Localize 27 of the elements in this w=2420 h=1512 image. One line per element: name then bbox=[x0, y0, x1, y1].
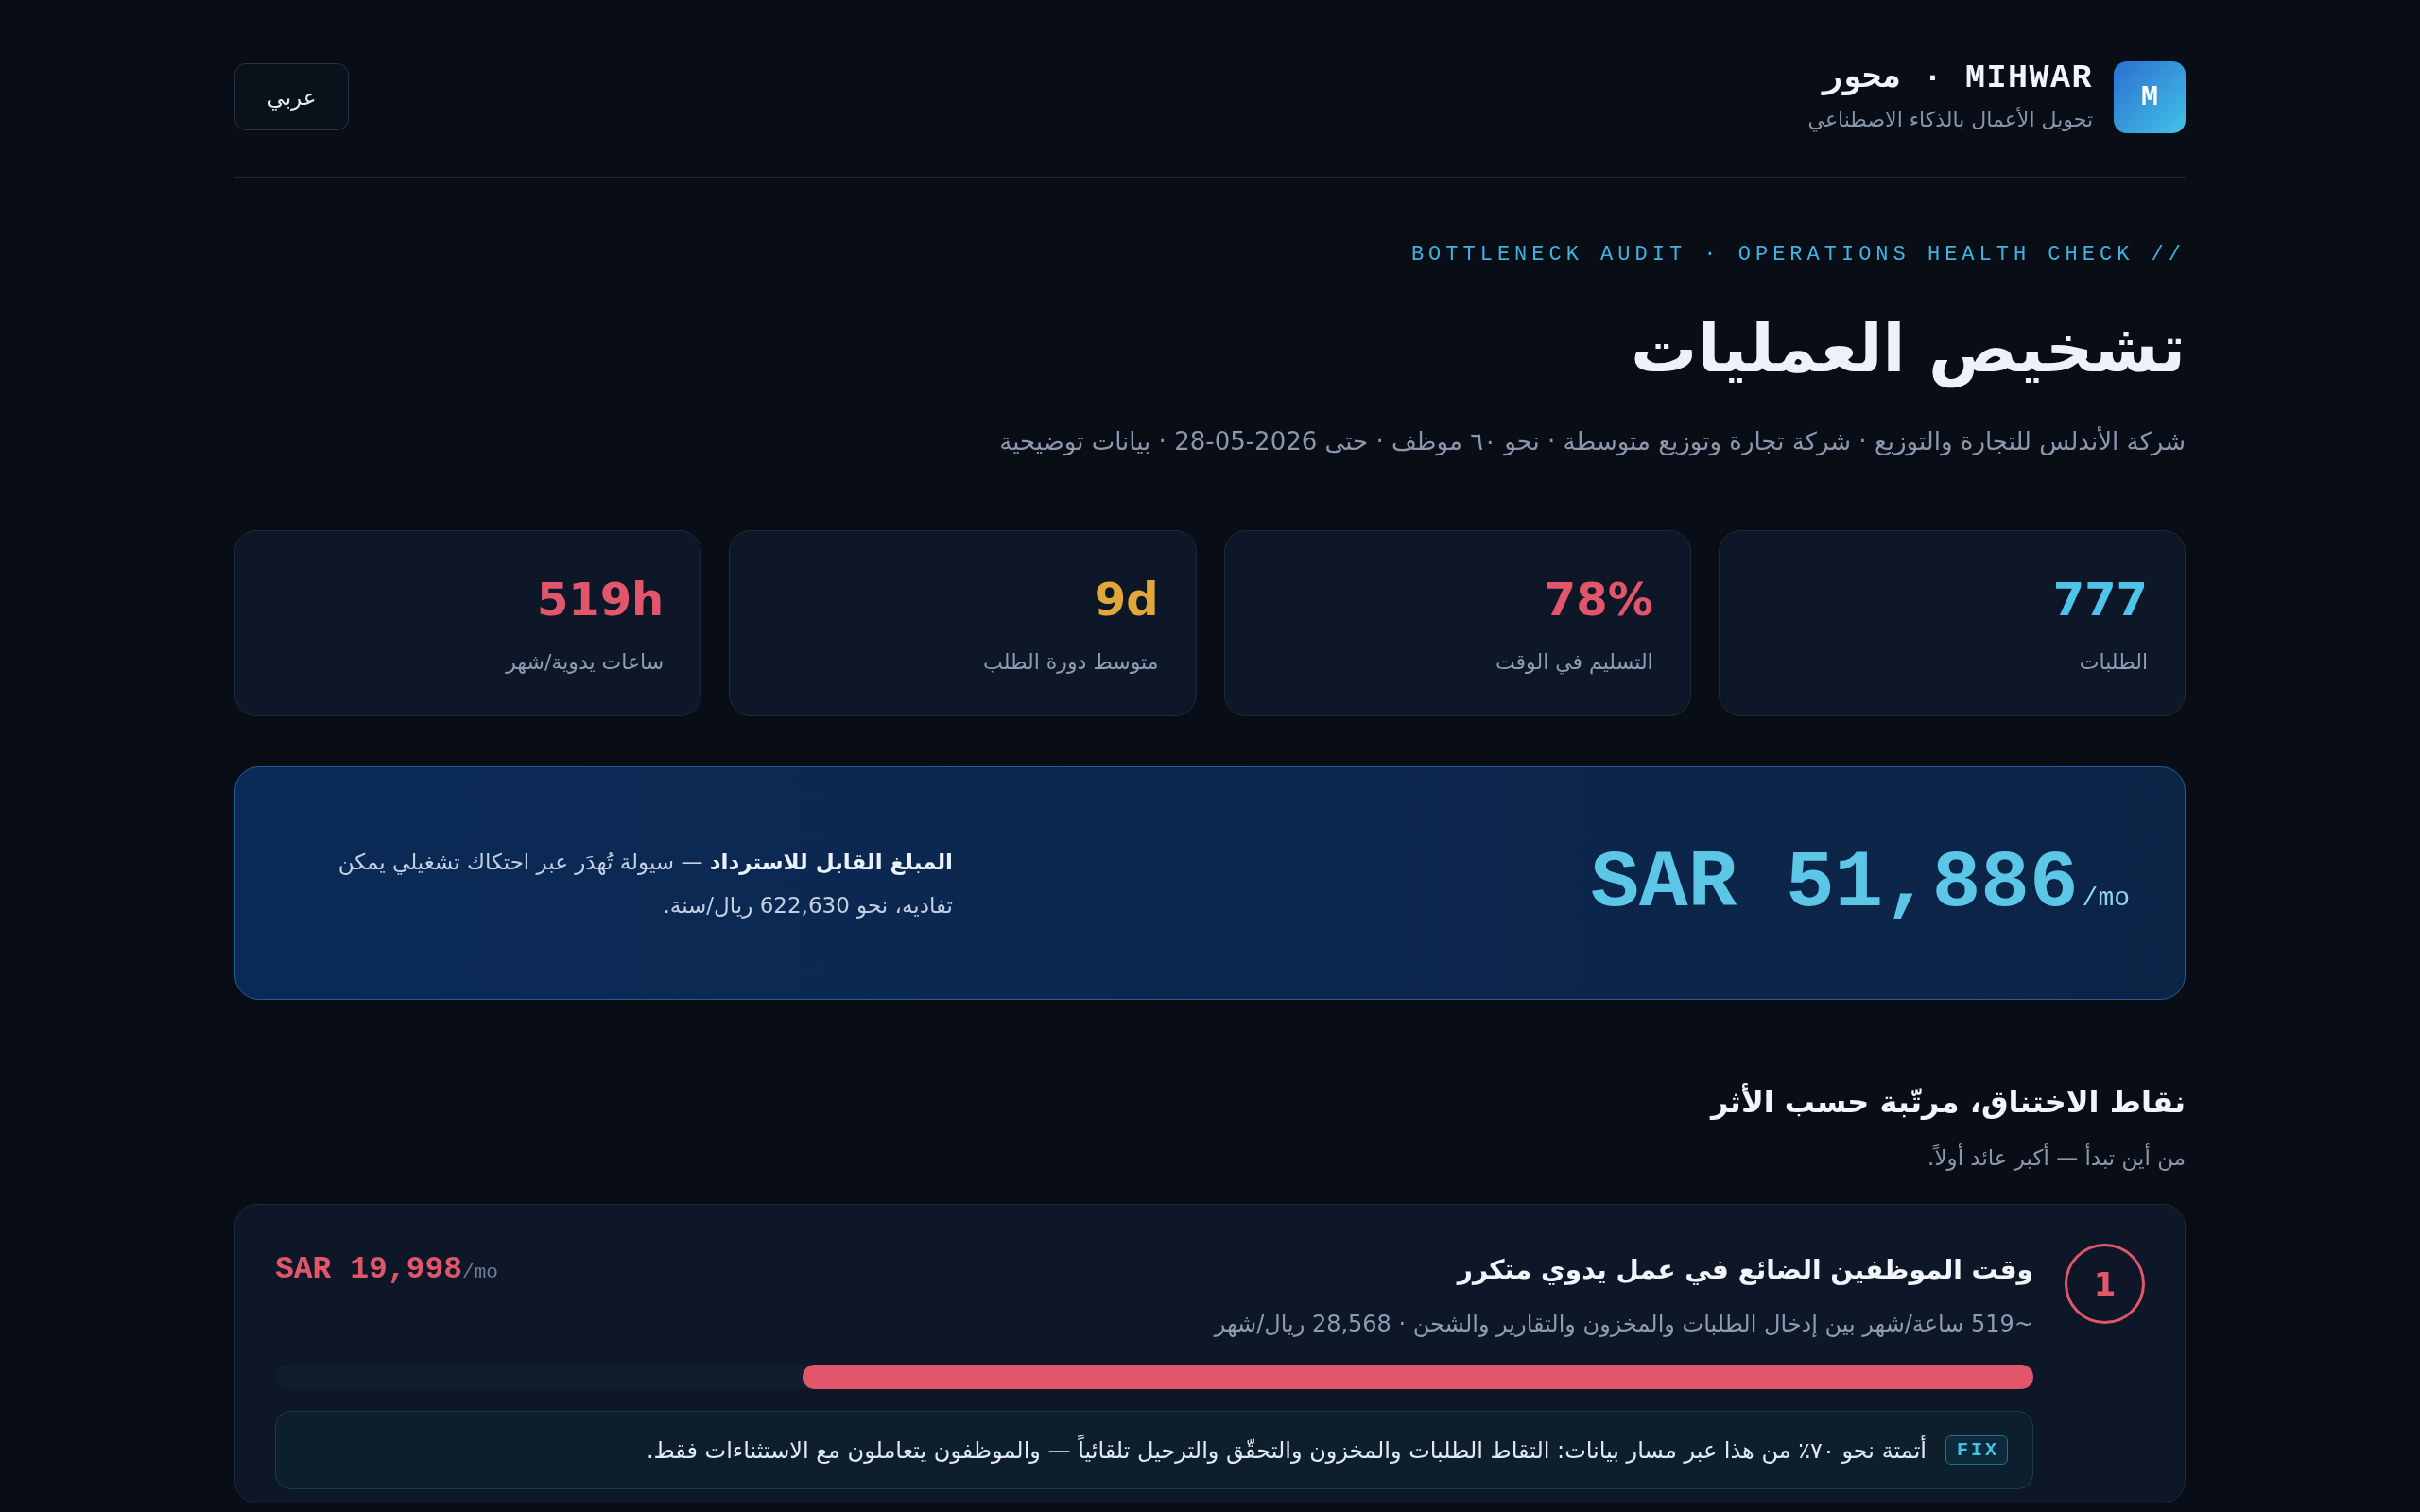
kpi-value: 78% bbox=[1543, 572, 1653, 628]
page-subtitle: شركة الأندلس للتجارة والتوزيع · شركة تجارة وتوزيع متوسطة · نحو ٦٠ موظف · حتى 2026-05-28 · بيانات توضيحية bbox=[998, 425, 2186, 458]
eyebrow-label: BOTTLENECK AUDIT · OPERATIONS HEALTH CHECK // bbox=[1409, 242, 2186, 269]
fix-text: أتمتة نحو ٧٠٪ من هذا عبر مسار بيانات: التقاط الطلبات والمخزون والتحقّق والترحيل تلقائياً — والموظفون يتعاملون مع الاستثناءات فقط. bbox=[646, 1434, 1927, 1466]
kpi-label: ساعات يدوية/شهر bbox=[504, 649, 665, 677]
brand-name: MIHWAR · محور bbox=[1822, 60, 2093, 97]
bottleneck-amount: SAR 19,998 bbox=[275, 1251, 463, 1290]
kpi-value: 777 bbox=[2051, 572, 2148, 628]
bottleneck-detail: ~519 ساعة/شهر بين إدخال الطلبات والمخزون والتقارير والشحن · 28,568 ريال/شهر bbox=[1214, 1310, 2033, 1340]
recoverable-description: المبلغ القابل للاسترداد — سيولة تُهدَر عبر احتكاك تشغيلي يمكن تفاديه، نحو 622,630 ريال/سنة. bbox=[337, 848, 953, 920]
amount-unit: /mo bbox=[2082, 883, 2130, 913]
fix-tag: FIX bbox=[1945, 1435, 2008, 1466]
page-title: تشخيص العمليات bbox=[1630, 309, 2186, 389]
brand-tagline: تحويل الأعمال بالذكاء الاصطناعي bbox=[1807, 106, 2093, 134]
recoverable-amount: SAR 51,886 bbox=[1590, 842, 2079, 924]
kpi-label: التسليم في الوقت bbox=[1494, 649, 1653, 677]
rank-badge: 1 bbox=[2065, 1244, 2145, 1325]
amount-unit: /mo bbox=[462, 1261, 498, 1286]
kpi-value: 9d bbox=[1093, 572, 1159, 628]
kpi-value: 519h bbox=[535, 572, 665, 628]
section-title: نقاط الاختناق، مرتّبة حسب الأثر bbox=[1708, 1082, 2186, 1123]
logo: M bbox=[2114, 60, 2186, 133]
kpi-label: الطلبات bbox=[2078, 649, 2148, 677]
kpi-label: متوسط دورة الطلب bbox=[982, 649, 1159, 677]
bottleneck-title: وقت الموظفين الضائع في عمل يدوي متكرر bbox=[1455, 1253, 2033, 1288]
language-button[interactable]: عربي bbox=[234, 63, 349, 131]
section-subtitle: من أين تبدأ — أكبر عائد أولاً. bbox=[1927, 1143, 2186, 1173]
